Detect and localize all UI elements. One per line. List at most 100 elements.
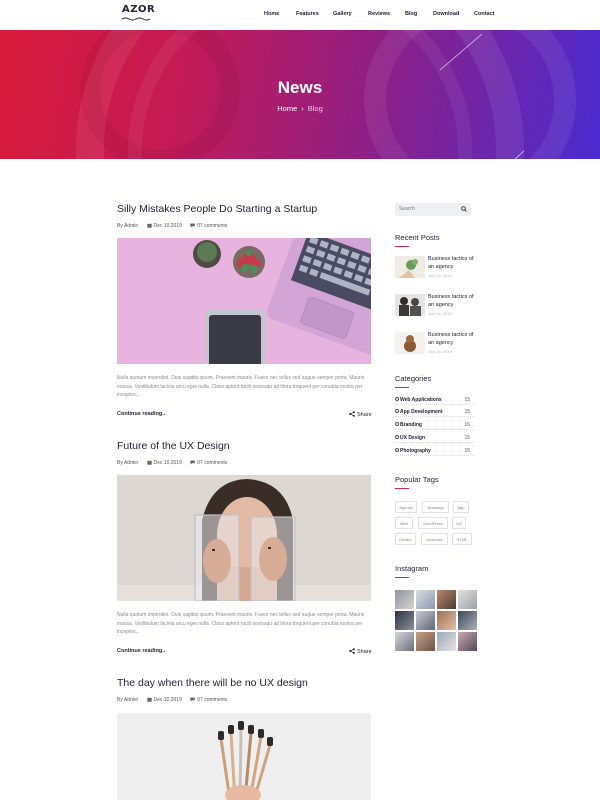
post-author[interactable]: By Admin	[117, 223, 138, 229]
popular-tags-heading: Popular Tags	[395, 475, 439, 484]
search-icon[interactable]	[461, 206, 467, 212]
instagram-photo[interactable]	[395, 611, 414, 630]
post-title[interactable]: Silly Mistakes People Do Starting a Star…	[117, 203, 317, 215]
share-button[interactable]: Share	[349, 411, 372, 418]
read-more-link[interactable]: Continue reading..	[117, 648, 165, 654]
nav-gallery[interactable]: Gallery	[333, 11, 352, 17]
comment-icon	[190, 697, 195, 702]
recent-post-date: July 04, 2019	[428, 273, 452, 278]
post-date: Dec 10,2019	[153, 460, 182, 466]
tag-branding[interactable]: Branding	[422, 501, 449, 513]
nav-reviews[interactable]: Reviews	[368, 11, 390, 17]
instagram-photo[interactable]	[458, 590, 477, 609]
instagram-photo[interactable]	[395, 632, 414, 651]
category-item[interactable]: Web Applications 15	[395, 397, 475, 405]
share-button[interactable]: Share	[349, 648, 372, 655]
post-date: Dec 10,2019	[153, 697, 182, 703]
category-item[interactable]: App Development 15	[395, 409, 475, 417]
nav-features[interactable]: Features	[296, 11, 319, 17]
categories-heading: Categories	[395, 374, 432, 383]
recent-post-thumb[interactable]	[395, 332, 425, 354]
instagram-photo[interactable]	[437, 632, 456, 651]
post-image-brushes[interactable]	[117, 713, 371, 800]
heading-underline	[395, 577, 409, 578]
calendar-icon	[146, 223, 152, 228]
instagram-photo[interactable]	[437, 590, 456, 609]
recent-post-date: July 04, 2019	[428, 311, 452, 316]
instagram-photo[interactable]	[395, 590, 414, 609]
page-header-banner: News Home › Blog	[0, 30, 600, 159]
recent-post-title[interactable]: Business tactics of an agency	[428, 294, 476, 309]
plant-hand-thumb	[395, 256, 425, 278]
tag-web[interactable]: Web	[395, 517, 413, 529]
post-image-workspace[interactable]	[117, 238, 371, 364]
tag-html[interactable]: HTML	[452, 533, 472, 545]
heading-underline	[395, 387, 409, 388]
logo-text: AZOR	[122, 4, 156, 15]
calendar-icon	[146, 697, 152, 702]
category-item[interactable]: Branding 15	[395, 422, 475, 430]
dog-thumb	[395, 332, 425, 354]
category-count: 15	[464, 397, 470, 403]
search-box[interactable]: Search	[395, 203, 471, 216]
recent-post-thumb[interactable]	[395, 294, 425, 316]
tag-ux[interactable]: UX	[452, 517, 466, 529]
instagram-photo[interactable]	[437, 611, 456, 630]
instagram-photo[interactable]	[416, 590, 435, 609]
post-comments[interactable]: 07 comments	[197, 697, 227, 703]
nav-download[interactable]: Download	[433, 11, 459, 17]
nav-home[interactable]: Home	[264, 11, 279, 17]
top-navbar: AZOR Home Features Gallery Reviews Blog …	[0, 0, 600, 30]
post-image-ux-design[interactable]	[117, 475, 371, 601]
site-logo[interactable]: AZOR	[122, 4, 156, 23]
page-title: News	[277, 78, 323, 97]
recent-post-title[interactable]: Business tactics of an agency	[428, 332, 476, 347]
bullet-icon	[395, 422, 399, 426]
tag-agency[interactable]: Agency	[395, 501, 417, 513]
tag-business[interactable]: Business	[421, 533, 448, 545]
recent-post-title[interactable]: Business tactics of an agency	[428, 256, 476, 271]
nav-contact[interactable]: Contact	[474, 11, 494, 17]
breadcrumb-home[interactable]: Home	[277, 104, 297, 113]
category-name: UX Design	[400, 435, 426, 441]
post-author[interactable]: By Admin	[117, 460, 138, 466]
share-label: Share	[357, 649, 372, 655]
category-name: Web Applications	[400, 397, 442, 403]
category-count: 15	[464, 435, 470, 441]
heading-underline	[395, 246, 409, 247]
instagram-photo[interactable]	[416, 632, 435, 651]
post-excerpt: Nulla quntum imperdiet. Duis sagittis ip…	[117, 612, 365, 635]
tag-wordpress[interactable]: WordPress	[418, 517, 448, 529]
category-count: 15	[464, 422, 470, 428]
tag-app[interactable]: App	[453, 501, 469, 513]
recent-post-date: July 04, 2019	[428, 349, 452, 354]
tag-envato[interactable]: Envato	[395, 533, 416, 545]
post-title[interactable]: The day when there will be no UX design	[117, 677, 308, 689]
recent-post-thumb[interactable]	[395, 256, 425, 278]
post-comments[interactable]: 07 comments	[197, 460, 227, 466]
instagram-photo[interactable]	[458, 632, 477, 651]
people-thumb	[395, 294, 425, 316]
post-comments[interactable]: 07 comments	[197, 223, 227, 229]
breadcrumb-separator: ›	[301, 104, 304, 113]
workspace-illustration	[117, 238, 371, 364]
category-item[interactable]: Photography 15	[395, 448, 475, 456]
search-input[interactable]: Search	[399, 206, 415, 212]
post-meta: By Admin Dec 10,2019 07 comments	[117, 223, 234, 229]
post-meta: By Admin Dec 10,2019 07 comments	[117, 697, 234, 703]
bullet-icon	[395, 448, 399, 452]
calendar-icon	[146, 460, 152, 465]
read-more-link[interactable]: Continue reading..	[117, 411, 165, 417]
share-icon	[349, 411, 355, 417]
nav-blog[interactable]: Blog	[405, 11, 417, 17]
heading-underline	[395, 488, 409, 489]
post-date: Dec 10,2019	[153, 223, 182, 229]
instagram-photo[interactable]	[416, 611, 435, 630]
post-title[interactable]: Future of the UX Design	[117, 440, 230, 452]
recent-posts-heading: Recent Posts	[395, 233, 440, 242]
category-item[interactable]: UX Design 15	[395, 435, 475, 443]
instagram-photo[interactable]	[458, 611, 477, 630]
post-author[interactable]: By Admin	[117, 697, 138, 703]
comment-icon	[190, 460, 195, 465]
category-name: App Development	[400, 409, 443, 415]
